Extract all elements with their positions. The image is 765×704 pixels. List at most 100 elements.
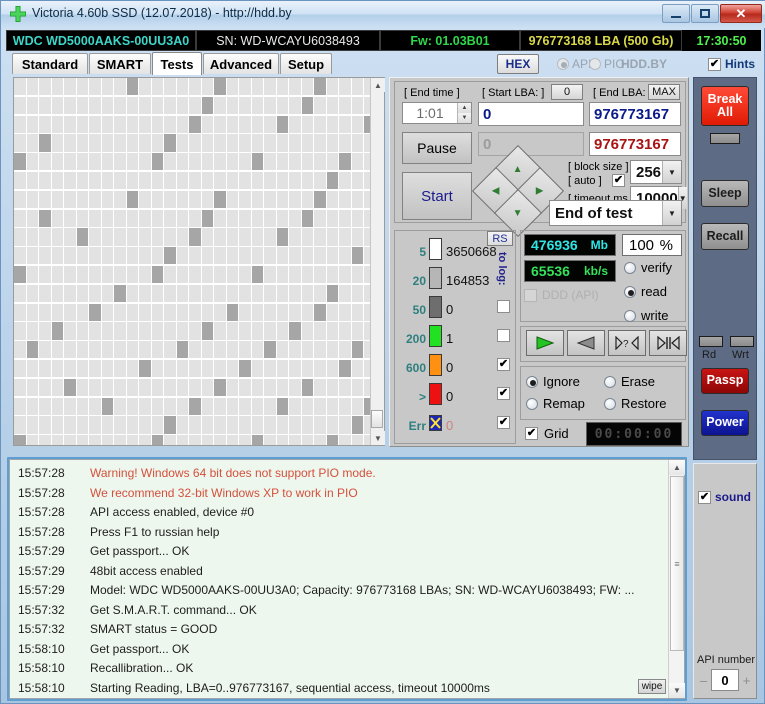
api-mode-radio[interactable]: API	[557, 57, 591, 71]
passport-button[interactable]: Passp	[701, 368, 749, 394]
scan-block	[89, 172, 101, 190]
grid-toggle[interactable]: ✔ Grid	[525, 426, 569, 441]
log-list[interactable]: 15:57:28 Warning! Windows 64 bit does not…	[10, 464, 668, 698]
scan-block	[251, 435, 264, 445]
scan-block	[239, 416, 251, 434]
api-number-decrement[interactable]: –	[696, 669, 711, 691]
sleep-button[interactable]: Sleep	[701, 180, 749, 207]
chevron-down-icon-block-size[interactable]: ▼	[662, 161, 681, 183]
scan-block	[126, 397, 139, 415]
tab-setup[interactable]: Setup	[280, 53, 332, 74]
navigation-pad[interactable]: ▲ ◀ ▶ ▼	[471, 144, 565, 238]
block-size-combo[interactable]: 256 ▼	[630, 160, 682, 184]
butterfly-button[interactable]	[649, 330, 687, 356]
histogram-threshold: 5	[419, 245, 426, 259]
scan-map[interactable]: ▲ ▼	[13, 77, 385, 446]
error-action-erase[interactable]: Erase	[604, 374, 655, 389]
checkbox-to-log[interactable]: ✔	[497, 416, 510, 429]
tab-tests[interactable]: Tests	[152, 52, 202, 75]
tab-advanced[interactable]: Advanced	[203, 53, 279, 74]
scan-block	[251, 153, 264, 171]
scan-block	[14, 284, 26, 302]
tab-smart[interactable]: SMART	[89, 53, 151, 74]
end-time-arrows[interactable]: ▲ ▼	[457, 103, 471, 123]
api-number-increment[interactable]: +	[739, 669, 754, 691]
power-button[interactable]: Power	[701, 410, 749, 436]
mode-radio-read[interactable]: read	[624, 284, 667, 299]
scan-map-scrollbar[interactable]: ▲ ▼	[370, 78, 385, 445]
checkbox-to-log[interactable]	[497, 329, 510, 342]
scan-block	[251, 397, 264, 415]
chevron-down-icon-end-action[interactable]: ▼	[662, 201, 681, 225]
error-action-restore[interactable]: Restore	[604, 396, 667, 411]
api-number-stepper[interactable]: – 0 +	[696, 669, 754, 691]
scan-block	[339, 416, 351, 434]
error-action-ignore[interactable]: Ignore	[526, 374, 580, 389]
scan-block	[176, 303, 189, 321]
scroll-up-icon[interactable]: ▲	[371, 78, 385, 92]
histogram-color-swatch	[429, 383, 442, 405]
play-reverse-button[interactable]	[567, 330, 605, 356]
play-forward-button[interactable]	[526, 330, 564, 356]
break-all-button[interactable]: Break All	[701, 86, 749, 126]
checkbox-to-log[interactable]: ✔	[497, 387, 510, 400]
start-lba-zero-button[interactable]: 0	[551, 84, 583, 100]
error-action-remap[interactable]: Remap	[526, 396, 585, 411]
end-time-down-icon[interactable]: ▼	[457, 113, 471, 123]
scan-block	[276, 115, 289, 133]
mode-radio-verify[interactable]: verify	[624, 260, 672, 275]
scan-block	[14, 78, 26, 96]
wipe-log-button[interactable]: wipe	[638, 679, 666, 694]
scroll-down-icon[interactable]: ▼	[371, 431, 385, 445]
scan-block	[339, 96, 351, 114]
scan-block	[164, 416, 176, 434]
scan-block	[26, 266, 39, 284]
log-scroll-up-icon[interactable]: ▲	[669, 460, 685, 475]
scan-block	[351, 78, 364, 96]
end-action-combo[interactable]: End of test ▼	[549, 200, 682, 226]
hex-button[interactable]: HEX	[497, 54, 539, 74]
hints-toggle[interactable]: ✔ Hints	[708, 57, 755, 71]
checkbox-auto-block-size[interactable]: ✔	[612, 174, 625, 187]
pio-mode-radio[interactable]: PIO	[589, 57, 625, 71]
scan-block	[76, 172, 89, 190]
scrollbar-thumb[interactable]	[371, 410, 383, 428]
checkbox-to-log[interactable]: ✔	[497, 358, 510, 371]
end-time-spinner[interactable]: 1:01 ▲ ▼	[402, 102, 472, 124]
scan-block	[101, 209, 114, 227]
log-scrollbar-thumb[interactable]: ≡	[670, 476, 684, 651]
scan-block	[339, 115, 351, 133]
end-time-up-icon[interactable]: ▲	[457, 103, 471, 113]
pause-button[interactable]: Pause	[402, 132, 472, 164]
scan-block	[301, 416, 314, 434]
recall-button[interactable]: Recall	[701, 223, 749, 250]
log-scroll-down-icon[interactable]: ▼	[669, 683, 685, 698]
scan-block	[139, 190, 151, 208]
log-scrollbar[interactable]: ▲ ≡ ▼	[668, 460, 685, 698]
random-access-button[interactable]: ?	[608, 330, 646, 356]
scan-block	[289, 266, 301, 284]
scan-block	[239, 397, 251, 415]
maximize-button[interactable]	[691, 4, 719, 23]
scan-block	[176, 153, 189, 171]
percent-readout: 100 %	[622, 234, 682, 256]
scan-block	[276, 190, 289, 208]
scan-block	[326, 153, 339, 171]
minimize-button[interactable]	[662, 4, 690, 23]
checkbox-to-log[interactable]	[497, 300, 510, 313]
tab-standard[interactable]: Standard	[12, 53, 88, 74]
scan-block	[51, 228, 64, 246]
scan-block	[289, 190, 301, 208]
mode-radio-write[interactable]: write	[624, 308, 668, 323]
api-number-value[interactable]: 0	[711, 669, 739, 691]
hdd-by-label: HDD.BY	[621, 57, 668, 71]
end-lba-max-button[interactable]: MAX	[648, 84, 680, 100]
end-lba-input[interactable]: 976773167	[589, 102, 681, 126]
start-lba-input[interactable]: 0	[478, 102, 584, 126]
close-button[interactable]: ✕	[720, 4, 762, 23]
start-button[interactable]: Start	[402, 172, 472, 220]
scan-block	[114, 96, 126, 114]
scan-block	[226, 416, 239, 434]
scan-block	[326, 416, 339, 434]
sound-toggle[interactable]: ✔ sound	[698, 490, 751, 504]
